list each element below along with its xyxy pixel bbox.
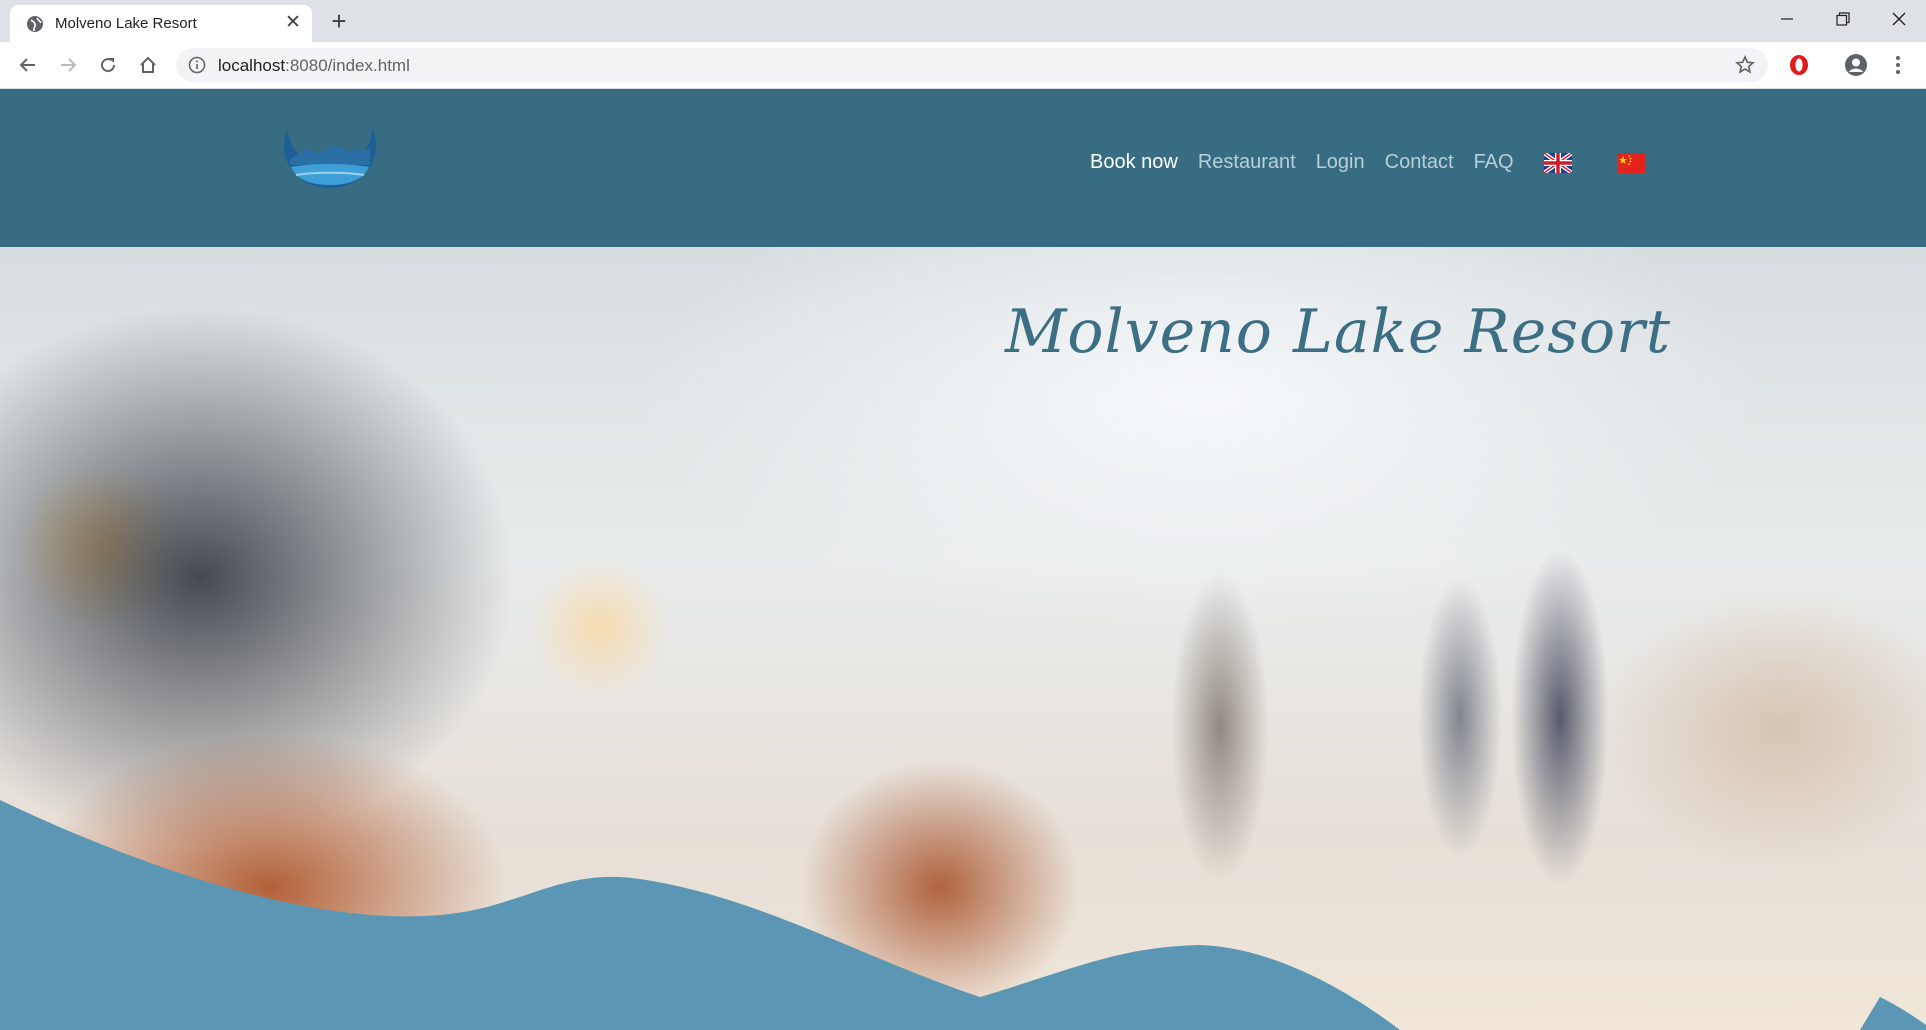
forward-icon[interactable] [54,51,82,79]
minimize-window-icon[interactable] [1764,4,1810,34]
main-navigation: Book now Restaurant Login Contact FAQ [1090,151,1688,174]
address-bar[interactable]: localhost:8080/index.html [176,48,1768,82]
opera-extension-icon[interactable] [1788,54,1810,76]
restore-window-icon[interactable] [1820,4,1866,34]
bookmark-star-icon[interactable] [1732,51,1758,79]
browser-tab[interactable]: Molveno Lake Resort ✕ [10,5,312,42]
tab-title: Molveno Lake Resort [55,15,197,32]
english-flag-icon[interactable] [1543,152,1572,173]
back-icon[interactable] [14,51,42,79]
browser-tab-strip: Molveno Lake Resort ✕ + [0,0,1926,42]
browser-toolbar: localhost:8080/index.html [0,42,1926,89]
reload-icon[interactable] [94,51,122,79]
globe-icon [27,16,43,32]
nav-contact[interactable]: Contact [1385,151,1454,174]
close-window-icon[interactable] [1876,4,1922,34]
site-info-icon[interactable] [188,56,206,74]
profile-avatar-icon[interactable] [1844,53,1868,77]
home-icon[interactable] [134,51,162,79]
url-text[interactable]: localhost:8080/index.html [218,56,410,76]
nav-book-now[interactable]: Book now [1090,151,1178,174]
close-tab-icon[interactable]: ✕ [282,12,304,34]
browser-menu-icon[interactable] [1888,53,1908,77]
nav-faq[interactable]: FAQ [1474,151,1514,174]
hero-title: Molveno Lake Resort [1005,297,1671,367]
nav-login[interactable]: Login [1316,151,1365,174]
nav-restaurant[interactable]: Restaurant [1198,151,1296,174]
resort-logo[interactable] [278,119,382,211]
chinese-flag-icon[interactable] [1617,152,1646,173]
new-tab-icon[interactable]: + [326,8,352,34]
site-header: Book now Restaurant Login Contact FAQ [0,89,1926,247]
hero-banner: Molveno Lake Resort [0,247,1926,1030]
